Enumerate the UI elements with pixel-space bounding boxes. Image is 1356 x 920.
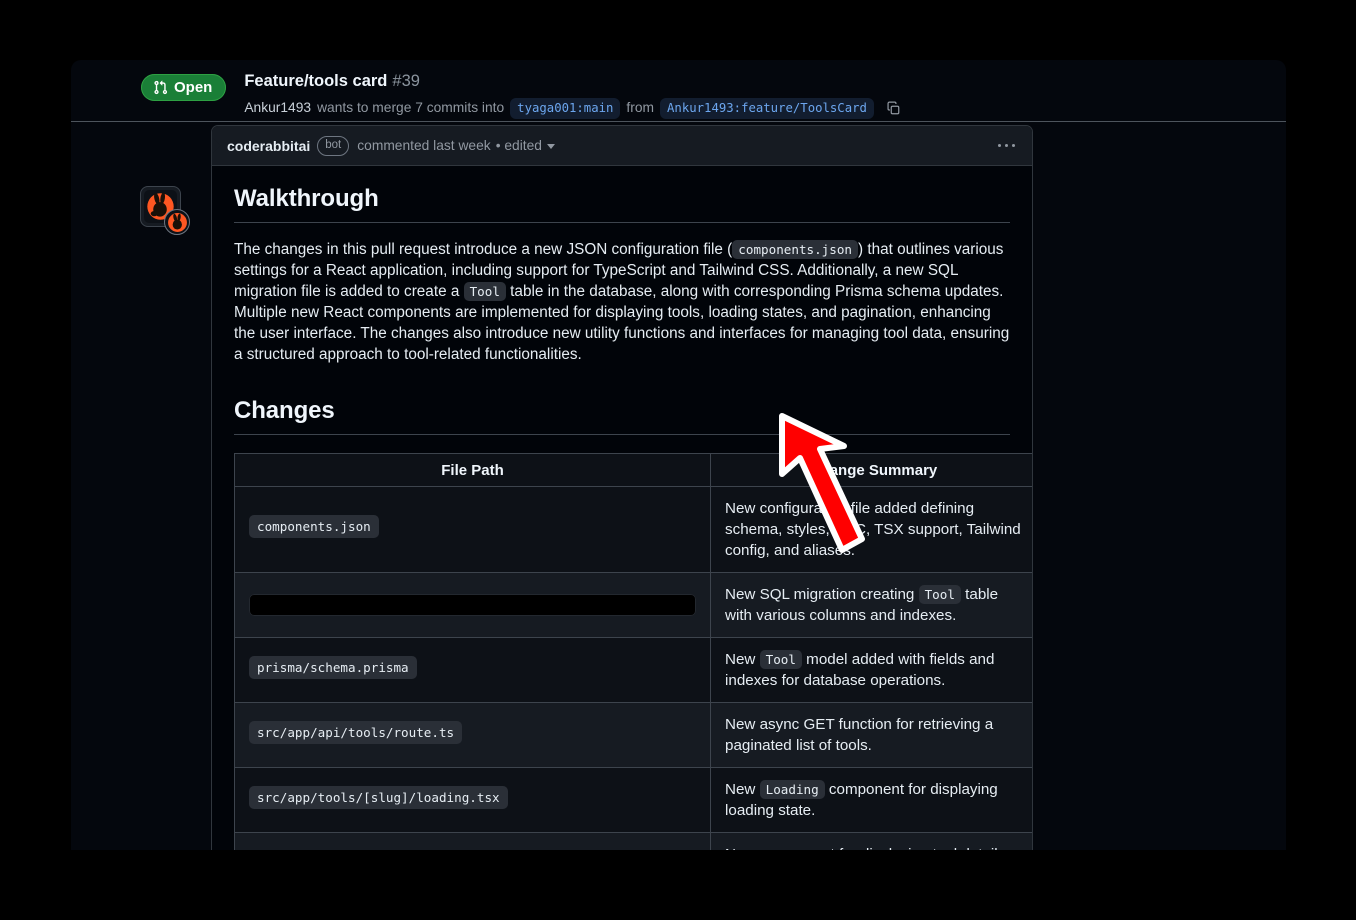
table-row: prisma/schema.prisma New Tool model added… (235, 638, 1034, 703)
cell-change-summary: New async GET function for retrieving a … (711, 703, 1034, 768)
base-branch-chip[interactable]: tyaga001:main (510, 98, 620, 119)
table-row: src/app/tools/[slug]/page.tsx New compone… (235, 833, 1034, 851)
cell-change-summary: New SQL migration creating Tool table wi… (711, 573, 1034, 638)
pr-title-block: Feature/tools card #39 Ankur1493 wants to… (244, 68, 905, 119)
inline-code-tool: Tool (464, 282, 506, 301)
file-path-chip: src/app/api/tools/route.ts (249, 721, 462, 744)
column-header-file-path: File Path (235, 454, 711, 487)
inline-code: Tool (760, 650, 802, 669)
file-path-chip: components.json (249, 515, 379, 538)
changes-table-header-row: File Path Change Summary (235, 454, 1034, 487)
summary-text: New configuration file added defining sc… (725, 500, 1021, 559)
comment-edited-dropdown[interactable]: • edited (496, 138, 555, 153)
walkthrough-text-1: The changes in this pull request introdu… (234, 241, 732, 258)
cell-change-summary: New component for displaying tool detail… (711, 833, 1034, 851)
table-row: src/app/api/tools/route.ts New async GET … (235, 703, 1034, 768)
copy-icon[interactable] (883, 97, 905, 119)
pr-merge-info: Ankur1493 wants to merge 7 commits into … (244, 97, 905, 119)
head-branch-chip[interactable]: Ankur1493:feature/ToolsCard (660, 98, 874, 119)
header-divider (71, 121, 1286, 122)
cell-file-path: src/app/tools/[slug]/loading.tsx (235, 768, 711, 833)
github-pull-request-page: Open Feature/tools card #39 Ankur1493 wan… (71, 60, 1286, 850)
timeline: coderabbitai bot commented last week • e… (71, 125, 1286, 850)
pr-title: Feature/tools card (244, 72, 387, 90)
changes-table: File Path Change Summary components.json… (234, 453, 1033, 850)
cell-file-path: src/app/tools/[slug]/page.tsx (235, 833, 711, 851)
pr-merge-text-from: from (626, 98, 654, 118)
walkthrough-paragraph: The changes in this pull request introdu… (234, 239, 1010, 365)
cell-file-path: components.json (235, 487, 711, 573)
avatar-bot-badge-icon (164, 209, 190, 235)
comment-box: coderabbitai bot commented last week • e… (211, 125, 1033, 850)
table-row: New SQL migration creating Tool table wi… (235, 573, 1034, 638)
chevron-down-icon (547, 144, 555, 149)
cell-change-summary: New Tool model added with fields and ind… (711, 638, 1034, 703)
summary-text: New async GET function for retrieving a … (725, 716, 993, 754)
column-header-change-summary: Change Summary (711, 454, 1034, 487)
summary-text: New (725, 781, 760, 798)
walkthrough-heading: Walkthrough (234, 184, 1010, 223)
comment-header: coderabbitai bot commented last week • e… (212, 126, 1032, 166)
summary-text: New SQL migration creating (725, 586, 919, 603)
comment-timestamp: commented last week (357, 138, 490, 153)
comment-edited-label: • edited (496, 138, 542, 153)
cell-change-summary: New configuration file added defining sc… (711, 487, 1034, 573)
file-path-redacted (249, 594, 696, 616)
summary-text: New component for displaying tool detail… (725, 846, 1005, 850)
cell-file-path: src/app/api/tools/route.ts (235, 703, 711, 768)
summary-text: New (725, 651, 760, 668)
table-row: src/app/tools/[slug]/loading.tsx New Load… (235, 768, 1034, 833)
pr-state-badge: Open (141, 74, 226, 101)
comment-author[interactable]: coderabbitai (227, 138, 310, 154)
cell-change-summary: New Loading component for displaying loa… (711, 768, 1034, 833)
pr-state-label: Open (174, 80, 212, 95)
pr-header: Open Feature/tools card #39 Ankur1493 wan… (71, 60, 1286, 123)
cell-file-path: prisma/schema.prisma (235, 638, 711, 703)
table-row: components.json New configuration file ad… (235, 487, 1034, 573)
cell-file-path (235, 573, 711, 638)
kebab-menu-icon[interactable] (995, 138, 1019, 154)
avatar[interactable] (140, 186, 181, 227)
pull-request-icon (153, 80, 168, 95)
file-path-chip: src/app/tools/[slug]/loading.tsx (249, 786, 508, 809)
inline-code: Loading (760, 780, 825, 799)
pr-title-line: Feature/tools card #39 (244, 70, 905, 92)
file-path-chip: prisma/schema.prisma (249, 656, 417, 679)
inline-code: Tool (919, 585, 961, 604)
changes-heading: Changes (234, 396, 1010, 435)
comment-body: Walkthrough The changes in this pull req… (212, 166, 1032, 850)
pr-merge-text: wants to merge 7 commits into (317, 98, 504, 118)
inline-code-components-json: components.json (732, 240, 858, 259)
bot-badge: bot (317, 136, 349, 156)
pr-author[interactable]: Ankur1493 (244, 98, 311, 118)
pr-number: #39 (392, 72, 420, 90)
